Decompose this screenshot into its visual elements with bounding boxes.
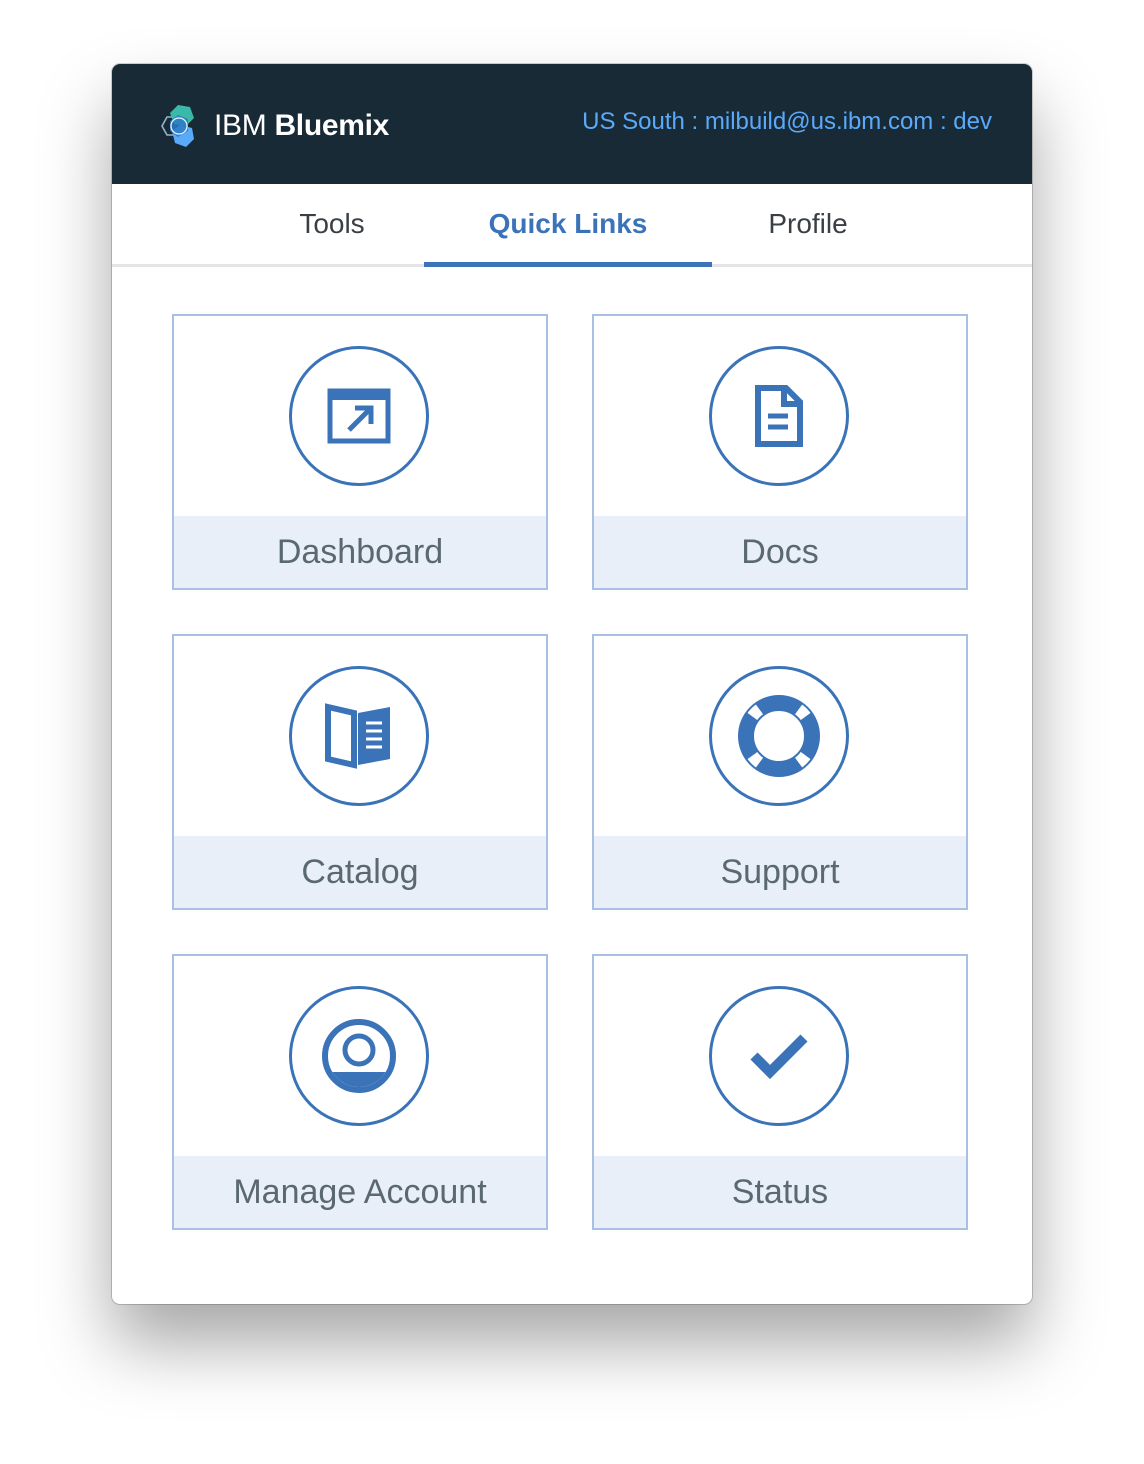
brand-name: IBM Bluemix xyxy=(214,109,389,143)
bluemix-popup-window: IBM Bluemix US South : milbuild@us.ibm.co… xyxy=(112,64,1032,1304)
header-bar: IBM Bluemix US South : milbuild@us.ibm.co… xyxy=(112,64,1032,184)
open-book-icon xyxy=(325,703,390,769)
docs-icon-circle xyxy=(709,346,849,486)
dashboard-card[interactable]: Dashboard xyxy=(172,314,548,590)
quick-links-grid: Dashboard Docs Catalog Support Manage Ac… xyxy=(172,314,972,1234)
support-card[interactable]: Support xyxy=(592,634,968,910)
catalog-card[interactable]: Catalog xyxy=(172,634,548,910)
catalog-icon-circle xyxy=(289,666,429,806)
lifebuoy-icon xyxy=(738,695,820,777)
brand-prefix: IBM xyxy=(214,109,267,142)
ibm-bluemix-logo[interactable]: IBM Bluemix xyxy=(150,102,389,150)
tab-quick-links[interactable]: Quick Links xyxy=(424,184,712,267)
dashboard-icon xyxy=(327,388,391,444)
manage-account-icon-circle xyxy=(289,986,429,1126)
dashboard-icon-circle xyxy=(289,346,429,486)
checkmark-icon xyxy=(750,1034,808,1080)
manage-account-label: Manage Account xyxy=(174,1156,546,1228)
document-icon xyxy=(755,385,803,447)
tab-bar: Tools Quick Links Profile xyxy=(112,184,1032,267)
support-label: Support xyxy=(594,836,966,908)
page: IBM Bluemix US South : milbuild@us.ibm.co… xyxy=(0,0,1144,1464)
brand-product: Bluemix xyxy=(274,109,390,142)
bluemix-hexagon-icon xyxy=(161,105,194,147)
dashboard-label: Dashboard xyxy=(174,516,546,588)
docs-label: Docs xyxy=(594,516,966,588)
status-label: Status xyxy=(594,1156,966,1228)
account-region-link[interactable]: US South : milbuild@us.ibm.com : dev xyxy=(582,108,992,136)
tab-profile[interactable]: Profile xyxy=(738,184,878,264)
tab-tools[interactable]: Tools xyxy=(262,184,402,264)
manage-account-card[interactable]: Manage Account xyxy=(172,954,548,1230)
support-icon-circle xyxy=(709,666,849,806)
docs-card[interactable]: Docs xyxy=(592,314,968,590)
user-icon xyxy=(322,1019,396,1093)
catalog-label: Catalog xyxy=(174,836,546,908)
status-card[interactable]: Status xyxy=(592,954,968,1230)
status-icon-circle xyxy=(709,986,849,1126)
